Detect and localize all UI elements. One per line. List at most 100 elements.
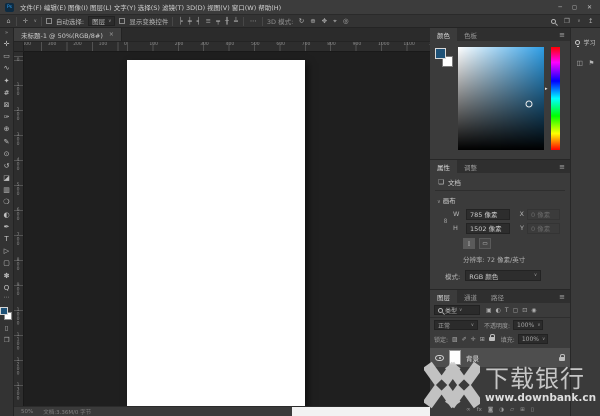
tab-adjustments[interactable]: 调整 (457, 160, 484, 173)
document-tab[interactable]: 未标题-1 @ 50%(RGB/8#) × (14, 28, 122, 41)
tab-swatches[interactable]: 色板 (457, 28, 484, 41)
panel-menu-icon[interactable]: ≡ (554, 28, 570, 41)
layer-effects-icon[interactable]: fx (477, 407, 482, 413)
filter-adjustment-layers-icon[interactable]: ◐ (495, 307, 502, 314)
tab-layers[interactable]: 图层 (430, 290, 457, 303)
learn-button[interactable]: 学习 (575, 38, 595, 47)
hand-tool[interactable]: ✽ (4, 270, 10, 282)
close-button[interactable]: ✕ (587, 4, 592, 11)
lock-position-icon[interactable]: ✛ (470, 336, 477, 343)
lasso-tool[interactable]: ∿ (4, 62, 10, 74)
saturation-brightness-field[interactable] (458, 47, 544, 150)
foreground-color-swatch[interactable] (435, 48, 446, 59)
quick-selection-tool[interactable]: ✦ (4, 75, 10, 87)
quick-mask-button[interactable]: ▯ (5, 322, 9, 334)
search-icon[interactable] (551, 19, 556, 24)
menu-item[interactable]: 窗口(W) (231, 4, 258, 12)
new-layer-icon[interactable]: ⊞ (520, 407, 525, 413)
maximize-button[interactable]: ◻ (572, 4, 577, 11)
path-selection-tool[interactable]: ▷ (4, 245, 9, 257)
healing-brush-tool[interactable]: ⊕ (4, 123, 10, 135)
filter-smart-objects-icon[interactable]: ⊡ (521, 307, 528, 314)
menu-item[interactable]: 图层(L) (89, 4, 113, 12)
align-right-edges-icon[interactable]: ╡ (195, 16, 202, 26)
tab-channels[interactable]: 通道 (457, 290, 484, 303)
lock-image-pixels-icon[interactable]: ✐ (461, 336, 468, 343)
color-cursor[interactable] (525, 100, 532, 107)
workspace-icon[interactable]: ❐ (562, 16, 571, 26)
frame-tool[interactable]: ⊠ (4, 99, 10, 111)
orientation-landscape-button[interactable]: ▭ (479, 238, 491, 249)
crop-tool[interactable]: # (4, 87, 10, 99)
align-left-edges-icon[interactable]: ╞ (177, 16, 184, 26)
screen-mode-button[interactable]: ❐ (4, 334, 10, 346)
align-top-edges-icon[interactable]: ╤ (215, 16, 222, 26)
align-vertical-centers-icon[interactable]: ╫ (224, 16, 231, 26)
chevron-down-icon[interactable]: ∨ (34, 19, 37, 24)
menu-item[interactable]: 文件(F) (19, 4, 43, 12)
3d-scale-icon[interactable]: ◎ (341, 16, 350, 26)
eyedropper-tool[interactable]: ✑ (4, 111, 10, 123)
home-icon[interactable]: ⌂ (5, 16, 12, 26)
auto-select-checkbox[interactable] (46, 18, 52, 24)
3d-pan-icon[interactable]: ✥ (320, 16, 328, 26)
chevron-down-icon[interactable]: ∨ (577, 19, 580, 24)
new-group-icon[interactable]: ▱ (510, 407, 514, 413)
zoom-level[interactable]: 50% (21, 409, 33, 415)
zoom-tool[interactable]: Q (4, 282, 10, 294)
visibility-eye-icon[interactable] (435, 355, 444, 361)
panel-menu-icon[interactable]: ≡ (554, 290, 570, 303)
3d-slide-icon[interactable]: ⌖ (332, 16, 339, 26)
layer-thumbnail[interactable] (449, 350, 461, 365)
panel-menu-icon[interactable]: ≡ (554, 160, 570, 173)
fill-dropdown[interactable]: 100% ∨ (518, 334, 548, 344)
tab-paths[interactable]: 路径 (484, 290, 511, 303)
eraser-tool[interactable]: ◪ (3, 172, 10, 184)
show-transform-checkbox[interactable] (119, 18, 125, 24)
menu-item[interactable]: 视图(V) (206, 4, 231, 12)
filter-pixel-layers-icon[interactable]: ▣ (485, 307, 493, 314)
blend-mode-dropdown[interactable]: 正常 ∨ (434, 320, 478, 330)
3d-rotate-icon[interactable]: ↻ (297, 16, 305, 26)
move-tool[interactable]: ✛ (4, 38, 10, 50)
menu-item[interactable]: 编辑(E) (43, 4, 67, 12)
foreground-color-swatch[interactable] (0, 307, 8, 315)
opacity-dropdown[interactable]: 100% ∨ (513, 320, 543, 330)
marquee-tool[interactable]: ▭ (3, 50, 10, 62)
orientation-portrait-button[interactable]: ▯ (463, 238, 475, 249)
move-tool-icon[interactable]: ✛ (21, 16, 29, 26)
height-input[interactable]: 1502 像素 (466, 223, 510, 234)
share-icon[interactable]: ↥ (587, 16, 595, 26)
menu-item[interactable]: 文字(Y) (113, 4, 137, 12)
vertical-ruler[interactable]: 0100200300400500600700800900100011001200… (14, 52, 24, 406)
minimize-button[interactable]: ─ (558, 4, 562, 11)
menu-item[interactable]: 图像(I) (67, 4, 89, 12)
more-options-icon[interactable]: ⋯ (248, 16, 258, 26)
lock-artboard-icon[interactable]: ⊞ (479, 336, 486, 343)
align-bottom-edges-icon[interactable]: ╧ (232, 16, 239, 26)
brush-tool[interactable]: ✎ (4, 136, 10, 148)
lock-all-icon[interactable] (489, 337, 495, 342)
layer-row-background[interactable]: 背景 (430, 348, 570, 367)
color-mode-dropdown[interactable]: RGB 颜色 ∨ (465, 270, 541, 281)
document-canvas[interactable] (127, 60, 305, 406)
horizontal-ruler[interactable]: 4003002001000100200300400500600700800900… (14, 42, 430, 52)
filter-type-layers-icon[interactable]: T (504, 307, 510, 314)
menu-item[interactable]: 帮助(H) (257, 4, 282, 12)
close-icon[interactable]: × (109, 31, 114, 38)
libraries-icon[interactable]: ◫ (577, 59, 583, 67)
filter-toggle-icon[interactable]: ◉ (530, 307, 537, 314)
filter-shape-layers-icon[interactable]: ▢ (512, 307, 520, 314)
add-layer-mask-icon[interactable]: ◙ (488, 407, 493, 413)
gradient-tool[interactable]: ▥ (3, 184, 10, 196)
clone-stamp-tool[interactable]: ⊙ (4, 148, 10, 160)
menu-item[interactable]: 选择(S) (137, 4, 161, 12)
adjustment-layer-icon[interactable]: ◑ (499, 407, 504, 413)
layer-filter-dropdown[interactable]: 类型 ∨ (434, 305, 480, 315)
ruler-origin-corner[interactable] (14, 42, 24, 52)
rectangle-tool[interactable]: ▢ (3, 257, 10, 269)
comments-icon[interactable]: ⚑ (589, 59, 595, 67)
blur-tool[interactable]: ❍ (3, 196, 9, 208)
type-tool[interactable]: T (4, 233, 8, 245)
edit-toolbar-icon[interactable]: ⋯ (4, 294, 10, 304)
